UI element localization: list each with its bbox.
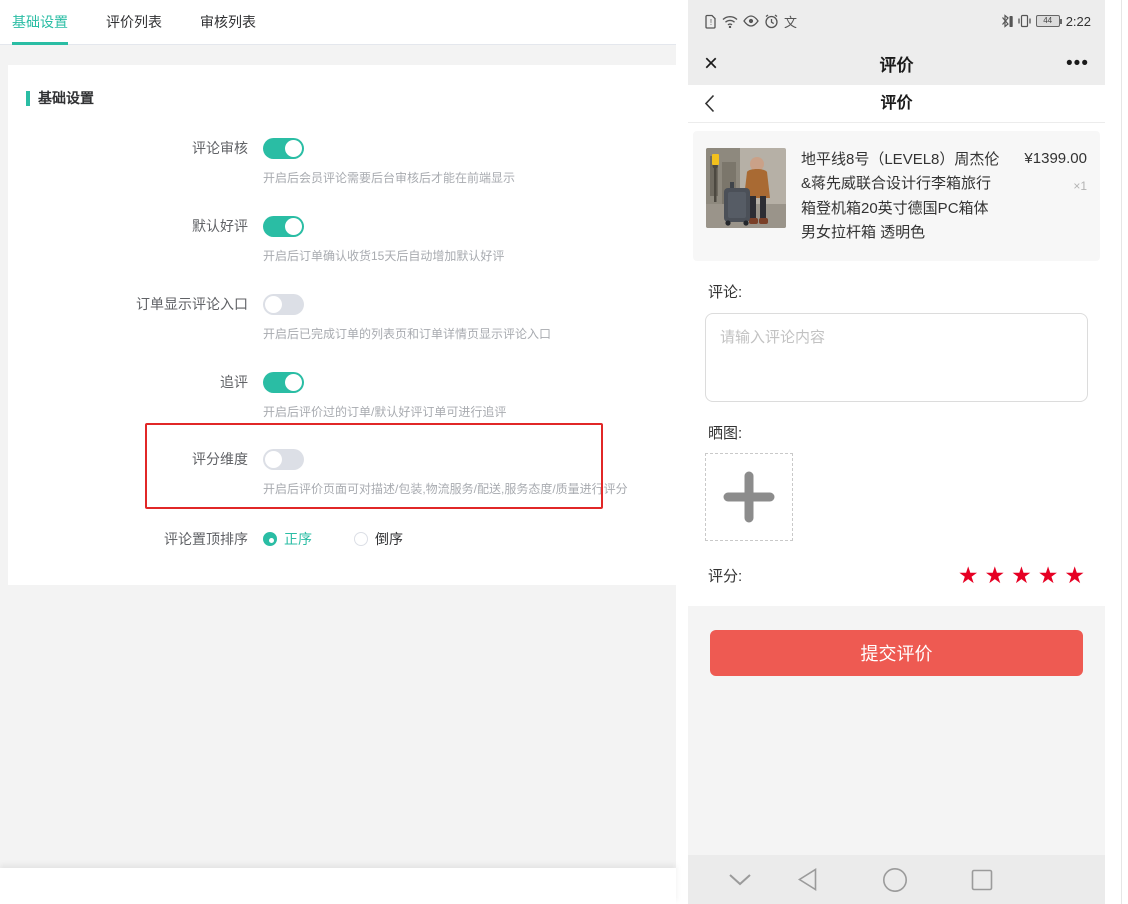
eye-icon	[743, 15, 759, 27]
section-title: 基础设置	[38, 88, 94, 108]
recents-square-icon[interactable]	[971, 869, 993, 891]
section-header: 基础设置	[26, 88, 94, 108]
status-bar-right: 44 2:22	[999, 14, 1091, 29]
status-bar-left: ! 文	[705, 12, 797, 31]
alarm-icon	[764, 14, 779, 29]
status-time: 2:22	[1066, 14, 1091, 29]
bluetooth-battery-icon	[999, 14, 1013, 28]
toggle-knob	[285, 140, 302, 157]
submit-review-button[interactable]: 提交评价	[710, 630, 1083, 676]
tab-review-list[interactable]: 评价列表	[106, 0, 162, 45]
app-header-title: 评价	[688, 51, 1105, 76]
product-title: 地平线8号（LEVEL8）周杰伦&蒋先威联合设计行李箱旅行箱登机箱20英寸德国P…	[801, 148, 1003, 245]
comment-audit-toggle[interactable]	[263, 138, 304, 159]
toggle-knob	[265, 451, 282, 468]
toggle-knob	[285, 218, 302, 235]
radio-label: 正序	[284, 529, 312, 549]
tab-basic-settings[interactable]: 基础设置	[12, 0, 68, 45]
chevron-down-icon[interactable]	[728, 873, 752, 886]
phone-preview-panel: ! 文 44 2:22 评价 × ••• 评价	[688, 0, 1105, 904]
page-scrollbar-track[interactable]	[1105, 0, 1128, 904]
photo-upload-button[interactable]	[705, 453, 793, 541]
tab-audit-list[interactable]: 审核列表	[200, 0, 256, 45]
back-chevron-icon[interactable]	[704, 94, 715, 113]
settings-card: 基础设置 评论审核 开启后会员评论需要后台审核后才能在前端显示 默认好评 开启后…	[8, 65, 676, 585]
vibrate-icon	[1017, 14, 1032, 28]
setting-row-comment-sort: 评论置顶排序 正序 倒序	[8, 528, 676, 550]
setting-help-text: 开启后评价过的订单/默认好评订单可进行追评	[263, 403, 676, 420]
language-icon: 文	[784, 12, 797, 31]
svg-text:!: !	[710, 18, 712, 27]
submit-section: 提交评价	[688, 606, 1105, 868]
sim-alert-icon: !	[705, 14, 717, 29]
order-comment-entry-toggle[interactable]	[263, 294, 304, 315]
setting-row-follow-up-review: 追评 开启后评价过的订单/默认好评订单可进行追评	[8, 371, 676, 420]
battery-icon: 44	[1036, 15, 1060, 27]
phone-grey-header: ! 文 44 2:22 评价 × •••	[688, 0, 1105, 85]
close-icon[interactable]: ×	[704, 52, 718, 76]
setting-help-text: 开启后会员评论需要后台审核后才能在前端显示	[263, 169, 676, 186]
setting-row-comment-audit: 评论审核 开启后会员评论需要后台审核后才能在前端显示	[8, 137, 676, 186]
radio-ascending[interactable]: 正序	[263, 529, 312, 549]
more-menu-icon[interactable]: •••	[1066, 53, 1089, 75]
product-quantity: ×1	[1024, 179, 1087, 193]
back-triangle-icon[interactable]	[796, 867, 818, 892]
default-good-review-toggle[interactable]	[263, 216, 304, 237]
photos-label: 晒图:	[708, 422, 1105, 443]
setting-label: 评论审核	[8, 138, 248, 158]
toggle-knob	[285, 374, 302, 391]
comment-label: 评论:	[708, 281, 1105, 302]
page-title: 评价	[688, 85, 1105, 123]
radio-dot	[263, 532, 277, 546]
setting-row-default-good-review: 默认好评 开启后订单确认收货15天后自动增加默认好评	[8, 215, 676, 264]
section-accent-bar	[26, 91, 30, 106]
rating-dimensions-toggle[interactable]	[263, 449, 304, 470]
wifi-icon	[722, 15, 738, 28]
radio-descending[interactable]: 倒序	[354, 529, 403, 549]
battery-percent: 44	[1043, 16, 1052, 25]
follow-up-review-toggle[interactable]	[263, 372, 304, 393]
bottom-white-strip	[0, 868, 676, 904]
product-card: 地平线8号（LEVEL8）周杰伦&蒋先威联合设计行李箱旅行箱登机箱20英寸德国P…	[693, 131, 1100, 261]
rating-stars[interactable]: ★★★★★	[958, 564, 1091, 587]
android-nav-bar	[688, 855, 1105, 904]
radio-dot	[354, 532, 368, 546]
setting-row-order-comment-entry: 订单显示评论入口 开启后已完成订单的列表页和订单详情页显示评论入口	[8, 293, 676, 342]
setting-label: 追评	[8, 372, 248, 392]
sort-radio-group: 正序 倒序	[263, 529, 445, 549]
home-circle-icon[interactable]	[882, 867, 908, 893]
tab-bar: 基础设置 评价列表 审核列表	[0, 0, 688, 45]
setting-help-text: 开启后评价页面可对描述/包装,物流服务/配送,服务态度/质量进行评分	[263, 480, 676, 497]
comment-input[interactable]	[705, 313, 1088, 402]
toggle-knob	[265, 296, 282, 313]
setting-help-text: 开启后已完成订单的列表页和订单详情页显示评论入口	[263, 325, 676, 342]
setting-label: 评分维度	[8, 449, 248, 469]
setting-help-text: 开启后订单确认收货15天后自动增加默认好评	[263, 247, 676, 264]
product-image	[706, 148, 786, 228]
page-subheader: 评价	[688, 85, 1105, 123]
rating-row: 评分: ★★★★★	[708, 564, 1085, 587]
product-price: ¥1399.00	[1024, 150, 1087, 167]
status-bar: ! 文 44 2:22	[688, 0, 1105, 42]
app-header: 评价 × •••	[688, 42, 1105, 85]
plus-icon	[720, 468, 778, 526]
setting-label: 评论置顶排序	[8, 529, 248, 549]
product-price-block: ¥1399.00 ×1	[1024, 148, 1087, 245]
setting-label: 默认好评	[8, 216, 248, 236]
setting-label: 订单显示评论入口	[8, 294, 248, 314]
setting-row-rating-dimensions: 评分维度 开启后评价页面可对描述/包装,物流服务/配送,服务态度/质量进行评分	[8, 448, 676, 497]
rating-label: 评分:	[708, 565, 742, 586]
admin-settings-panel: 基础设置 评价列表 审核列表 基础设置 评论审核 开启后会员评论需要后台审核后才…	[0, 0, 688, 904]
radio-label: 倒序	[375, 529, 403, 549]
